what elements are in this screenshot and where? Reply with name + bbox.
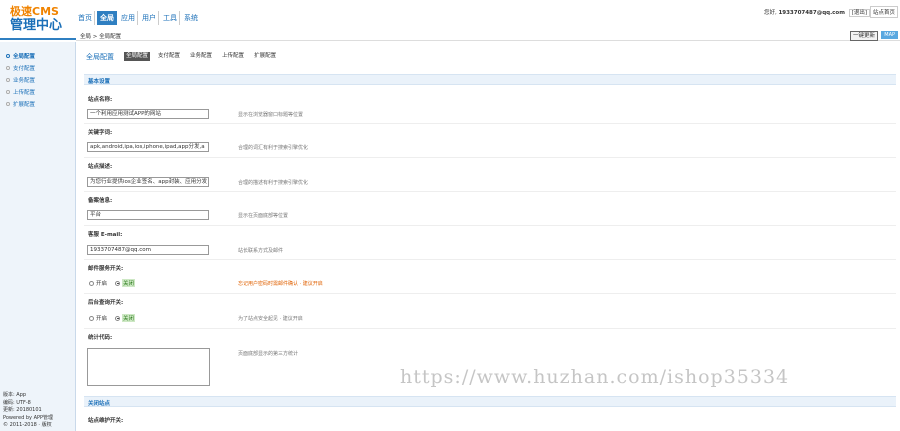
bullet-icon <box>6 90 10 94</box>
user-name: 1933707487@qq.com <box>778 10 845 16</box>
description-input[interactable]: 为您行业提供ios企业签名、app封装、应用分发 <box>87 177 209 187</box>
site-name-label: 站点名称: <box>88 97 113 103</box>
tab-business-config[interactable]: 业务配置 <box>188 52 214 61</box>
tab-payment-config[interactable]: 支付配置 <box>156 52 182 61</box>
footer-line: Powered by APP管理 <box>3 414 54 421</box>
breadcrumb: 全局 > 全局配置 <box>80 34 122 40</box>
sidebar-item-global-config[interactable]: 全局配置 <box>6 52 35 60</box>
tab-extension-config[interactable]: 扩展配置 <box>252 52 278 61</box>
bullet-icon <box>6 66 10 70</box>
user-info: 您好, 1933707487@qq.com [退出] <box>763 8 870 17</box>
logout-link[interactable]: [退出] <box>848 9 870 17</box>
config-tabs: 全局配置 支付配置 业务配置 上传配置 扩展配置 <box>124 52 284 61</box>
icp-label: 备案信息: <box>88 198 113 204</box>
map-button[interactable]: MAP <box>881 31 898 39</box>
stats-code-hint: 页面底部显示的第三方统计 <box>238 351 299 357</box>
bullet-icon <box>6 102 10 106</box>
site-name-input[interactable]: 一个利用应用测试APP的网站 <box>87 109 209 119</box>
nav-tools[interactable]: 工具 <box>161 11 180 25</box>
query-off-label: 关闭 <box>122 314 136 322</box>
tab-upload-config[interactable]: 上传配置 <box>220 52 246 61</box>
divider <box>84 157 896 158</box>
footer-line: 更新: 20180101 <box>3 407 42 413</box>
footer-line: 版本: App <box>3 392 27 398</box>
keywords-input[interactable]: apk,android,ipa,ios,iphone,ipad,app分发,a <box>87 142 209 152</box>
mail-switch-hint: 忘记用户密码时需邮件确认 · 建议开启 <box>238 281 323 287</box>
sidebar-item-payment-config[interactable]: 支付配置 <box>6 64 35 72</box>
mail-off-label: 关闭 <box>122 279 136 287</box>
stats-code-textarea[interactable] <box>87 348 210 386</box>
nav-apps[interactable]: 应用 <box>119 11 138 25</box>
footer-line: © 2011-2018 · 版权 <box>3 422 52 428</box>
page-title: 全局配置 <box>86 53 114 61</box>
sidebar-item-label: 全局配置 <box>13 54 36 60</box>
description-label: 站点描述: <box>88 164 113 170</box>
sidebar-item-label: 支付配置 <box>13 66 36 72</box>
query-on-radio[interactable] <box>89 315 94 321</box>
keywords-hint: 合理的词汇有利于搜索引擎优化 <box>238 145 309 151</box>
bullet-icon <box>6 54 10 58</box>
section-header-close-site: 关闭站点 <box>84 396 896 407</box>
top-nav: 首页 全局 应用 用户 工具 系统 <box>76 11 202 25</box>
nav-global[interactable]: 全局 <box>97 11 117 25</box>
divider <box>84 328 896 329</box>
sidebar: 全局配置 支付配置 业务配置 上传配置 扩展配置 版本: App 编码: UTF… <box>0 42 76 431</box>
tab-global-config[interactable]: 全局配置 <box>124 52 151 61</box>
mail-switch-radios: 开启 关闭 <box>89 279 143 287</box>
section-header-basic: 基本设置 <box>84 74 896 85</box>
email-input[interactable]: 1933707487@qq.com <box>87 245 209 255</box>
site-name-hint: 显示在浏览器窗口标题等位置 <box>238 112 304 118</box>
breadcrumb-bar: 全局 > 全局配置 一键更新 MAP <box>76 29 900 41</box>
query-on-label: 开启 <box>96 316 108 322</box>
logo-top: 极速CMS <box>10 5 59 18</box>
query-off-radio[interactable] <box>115 315 121 321</box>
divider <box>84 259 896 260</box>
email-label: 客服 E-mail: <box>88 232 123 238</box>
section-title: 基本设置 <box>88 79 111 85</box>
query-switch-label: 后台查询开关: <box>88 300 124 306</box>
logo-bottom: 管理中心 <box>10 18 63 33</box>
sidebar-footer: 版本: App 编码: UTF-8 更新: 20180101 Powered b… <box>3 392 53 430</box>
sidebar-item-upload-config[interactable]: 上传配置 <box>6 88 35 96</box>
one-click-update-button[interactable]: 一键更新 <box>849 31 878 41</box>
site-home-button[interactable]: 站点首页 <box>869 6 898 18</box>
watermark: https://www.huzhan.com/ishop35334 <box>400 366 790 388</box>
stats-code-label: 统计代码: <box>88 335 113 341</box>
icp-hint: 显示在页面底部等位置 <box>238 213 289 219</box>
email-hint: 站长联系方式及邮件 <box>238 248 284 254</box>
bullet-icon <box>6 78 10 82</box>
sidebar-item-business-config[interactable]: 业务配置 <box>6 76 35 84</box>
icp-input[interactable]: 平台 <box>87 210 209 220</box>
sidebar-item-label: 业务配置 <box>13 78 36 84</box>
keywords-label: 关键字词: <box>88 130 113 136</box>
divider <box>84 191 896 192</box>
nav-users[interactable]: 用户 <box>140 11 159 25</box>
nav-home[interactable]: 首页 <box>76 11 95 25</box>
divider <box>84 293 896 294</box>
mail-on-label: 开启 <box>96 281 108 287</box>
user-greeting: 您好, <box>763 10 777 16</box>
query-switch-radios: 开启 关闭 <box>89 314 143 322</box>
mail-off-radio[interactable] <box>115 280 121 286</box>
sidebar-item-label: 扩展配置 <box>13 102 36 108</box>
mail-on-radio[interactable] <box>89 280 94 286</box>
sidebar-item-label: 上传配置 <box>13 90 36 96</box>
sidebar-item-extension-config[interactable]: 扩展配置 <box>6 100 35 108</box>
logo[interactable]: 极速CMS 管理中心 <box>10 5 72 35</box>
maintenance-label: 站点维护开关: <box>88 418 124 424</box>
divider <box>84 123 896 124</box>
mail-switch-label: 邮件服务开关: <box>88 266 124 272</box>
query-switch-hint: 为了站点安全起见 · 建议开启 <box>238 316 303 322</box>
footer-line: 编码: UTF-8 <box>3 399 31 406</box>
description-hint: 合理的描述有利于搜索引擎优化 <box>238 180 309 186</box>
divider <box>84 225 896 226</box>
nav-system[interactable]: 系统 <box>182 11 200 25</box>
section-title: 关闭站点 <box>88 401 111 407</box>
